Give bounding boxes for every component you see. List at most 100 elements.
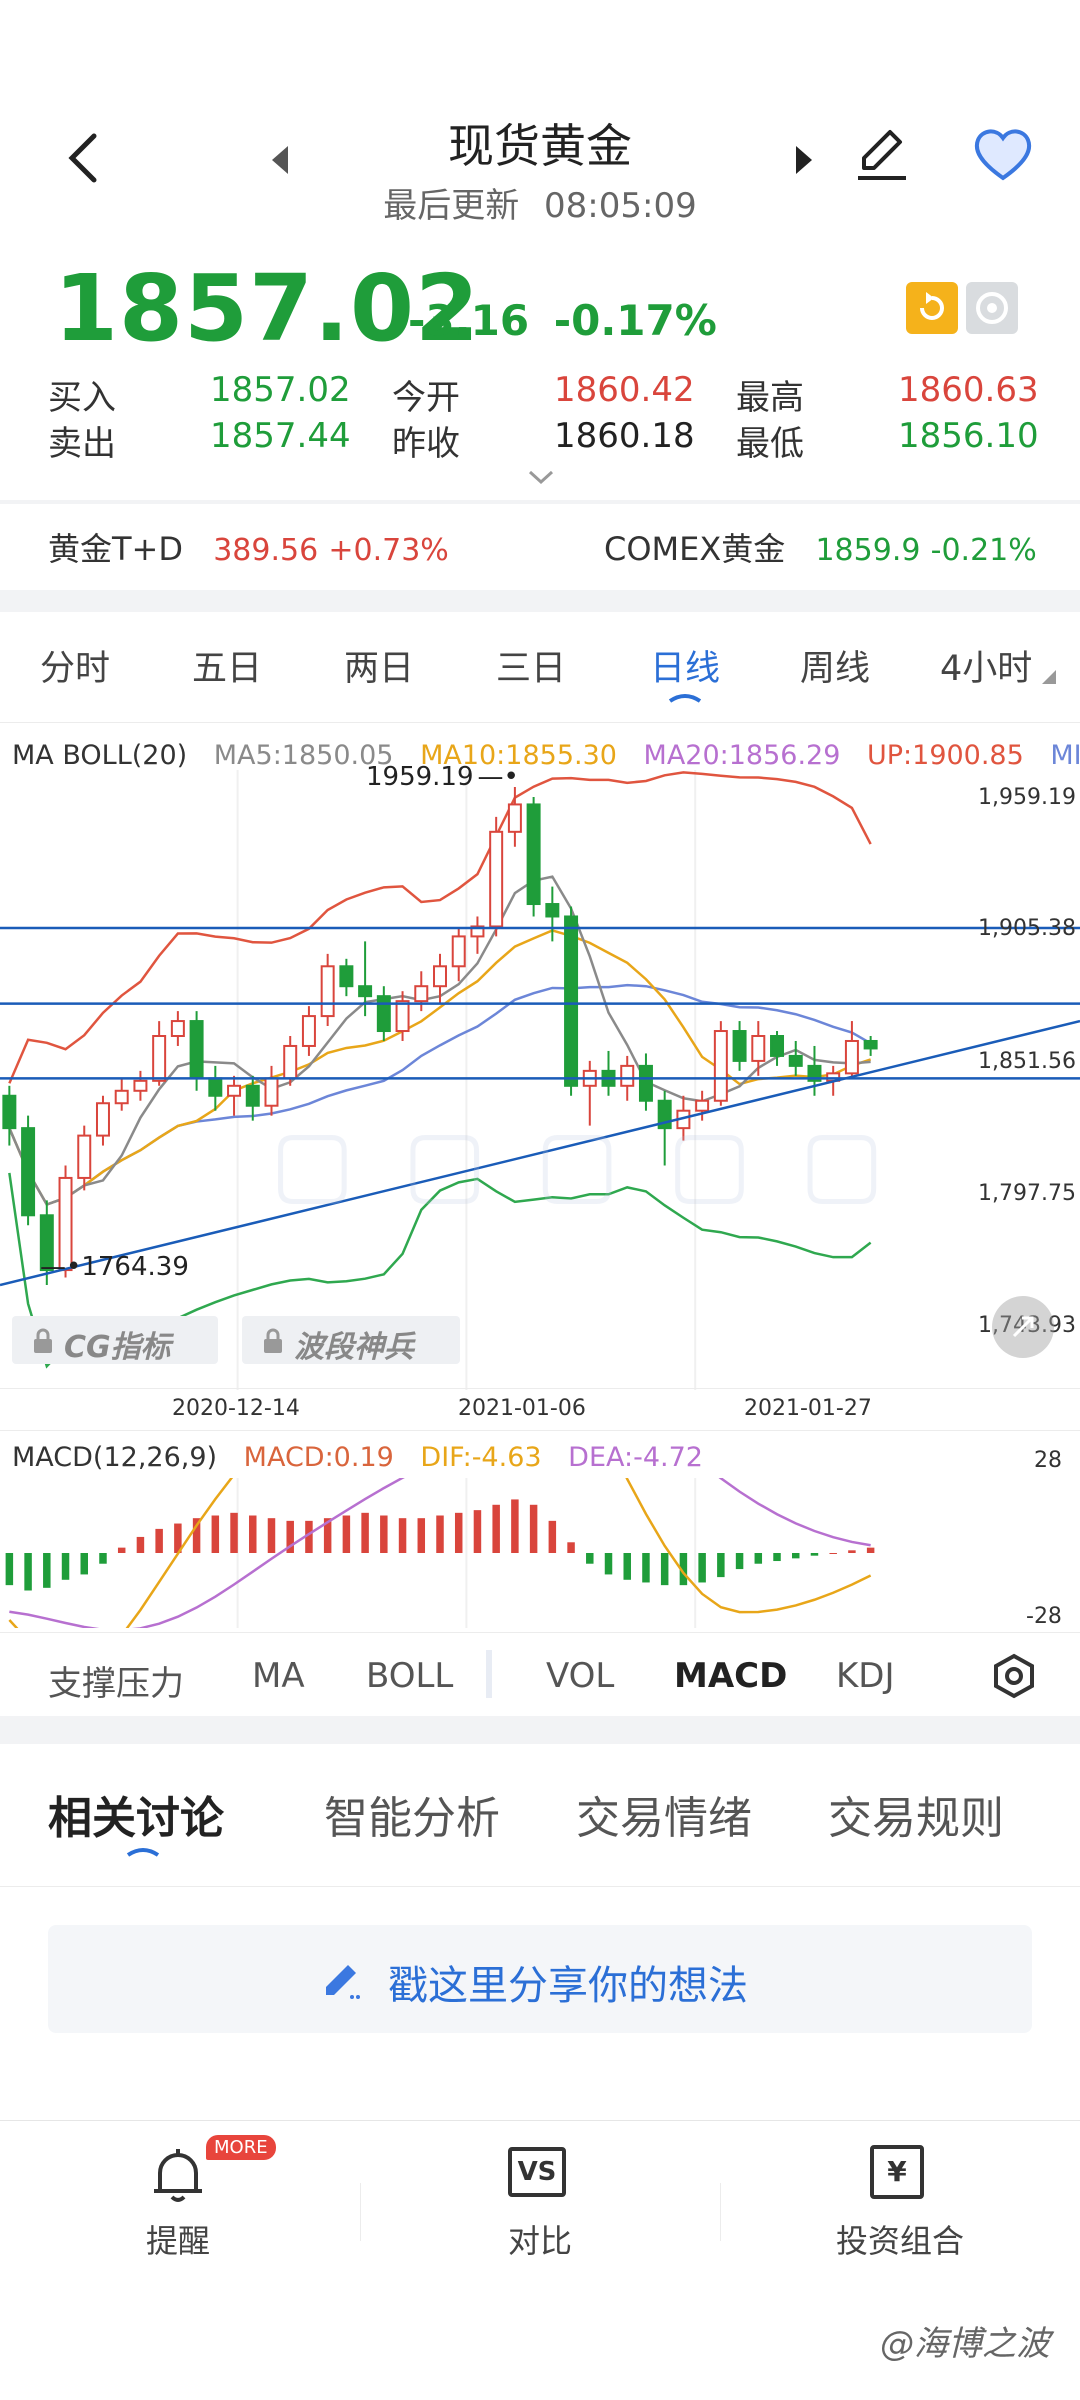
tab-three-day[interactable]: 三日 [496, 640, 566, 691]
auto-refresh-icon [976, 292, 1008, 324]
candle-body [376, 995, 391, 1033]
macd-bar [5, 1553, 14, 1586]
pencil-icon [326, 1965, 360, 1999]
macd-bar [604, 1553, 613, 1575]
refresh-button[interactable] [906, 282, 958, 334]
price-axis-label: 1,797.75 [978, 1181, 1076, 1206]
macd-bar [43, 1553, 51, 1588]
tool-kdj[interactable]: KDJ [836, 1656, 895, 1696]
candle-body [863, 1039, 878, 1050]
price-axis-label: 1,959.19 [978, 785, 1076, 810]
fullscreen-button[interactable] [992, 1296, 1054, 1358]
macd-legend: MACD(12,26,9) MACD:0.19 DIF:-4.63 DEA:-4… [12, 1442, 703, 1473]
macd-bar [417, 1518, 426, 1553]
candle-body [2, 1094, 17, 1130]
chart-settings-button[interactable] [986, 1648, 1042, 1704]
candle-body [414, 985, 429, 1003]
low-label: 最低 [736, 424, 804, 464]
related-value: 389.56 [213, 533, 319, 568]
candlestick-chart[interactable] [0, 770, 1080, 1390]
divider [0, 1632, 1080, 1633]
min-price-value: 1764.39 [81, 1252, 189, 1282]
candle-body [489, 830, 504, 928]
macd-bar [398, 1518, 407, 1553]
locked-indicator-cg[interactable]: CG指标 [12, 1316, 218, 1365]
candle-body [732, 1030, 747, 1062]
settings-toggle-button[interactable] [966, 282, 1018, 334]
hexagon-settings-icon [994, 1653, 1034, 1699]
tab-smart-analysis[interactable]: 智能分析 [324, 1782, 500, 1846]
tab-discussion[interactable]: 相关讨论 [48, 1782, 224, 1846]
macd-bar [717, 1553, 725, 1578]
top-bar: 现货黄金 最后更新 08:05:09 [0, 90, 1080, 250]
macd-bar [342, 1515, 351, 1553]
macd-bar [586, 1553, 594, 1564]
macd-bar [99, 1553, 107, 1564]
bid-value: 1857.02 [210, 370, 351, 410]
macd-chart[interactable] [0, 1478, 1080, 1628]
tab-daily[interactable]: 日线 [650, 640, 720, 691]
open-value: 1860.42 [554, 370, 695, 410]
related-change: -0.21% [930, 533, 1037, 568]
tool-boll[interactable]: BOLL [366, 1656, 453, 1696]
tab-trading-sentiment[interactable]: 交易情绪 [576, 1782, 752, 1846]
tool-macd[interactable]: MACD [674, 1656, 787, 1696]
price-axis-label: 1,851.56 [978, 1049, 1076, 1074]
edit-button[interactable] [850, 122, 914, 186]
macd-name: MACD(12,26,9) [12, 1442, 218, 1473]
candle-body [526, 803, 541, 906]
refresh-icon [920, 292, 944, 320]
quote-row-2: 卖出 1857.44 昨收 1860.18 最低 1856.10 [48, 416, 1048, 464]
macd-bar [848, 1550, 856, 1553]
tool-ma[interactable]: MA [252, 1656, 305, 1696]
related-value: 1859.9 [815, 533, 921, 568]
related-instrument-comex[interactable]: COMEX黄金 1859.9 -0.21% [604, 524, 1037, 570]
price-change: -3.16 -0.17% [408, 296, 717, 345]
active-tab-indicator [668, 690, 702, 703]
date-axis-label: 2020-12-14 [172, 1396, 300, 1421]
macd-bar [754, 1553, 763, 1564]
divider [0, 1886, 1080, 1887]
tab-four-hour[interactable]: 4小时 [940, 640, 1032, 691]
macd-bar [810, 1553, 819, 1556]
dif-value: DIF:-4.63 [420, 1442, 542, 1473]
dea-value: DEA:-4.72 [568, 1442, 703, 1473]
tab-intraday[interactable]: 分时 [40, 640, 110, 691]
chevron-down-icon [528, 470, 554, 485]
last-updated-label: 最后更新 [383, 186, 520, 226]
next-instrument-button[interactable] [788, 142, 818, 178]
ask-value: 1857.44 [210, 416, 351, 456]
share-thought-input[interactable]: 戳这里分享你的想法 [48, 1925, 1032, 2033]
last-updated: 最后更新 08:05:09 [0, 178, 1080, 227]
related-instrument-td[interactable]: 黄金T+D 389.56 +0.73% [48, 524, 449, 570]
candle-body [751, 1035, 766, 1062]
tab-weekly[interactable]: 周线 [800, 640, 870, 691]
quote-row-1: 买入 1857.02 今开 1860.42 最高 1860.63 [48, 370, 1048, 418]
tab-five-day[interactable]: 五日 [192, 640, 262, 691]
tool-support-resistance[interactable]: 支撑压力 [48, 1656, 184, 1705]
candle-body [152, 1035, 167, 1082]
tool-vol[interactable]: VOL [546, 1656, 614, 1696]
expand-quote-button[interactable] [524, 466, 558, 488]
locked-indicator-wave[interactable]: 波段神兵 [242, 1316, 460, 1365]
divider [0, 1430, 1080, 1431]
toolbar-separator [486, 1650, 492, 1698]
candle-body [189, 1020, 204, 1080]
macd-bar [698, 1553, 706, 1583]
tab-trading-rules[interactable]: 交易规则 [828, 1782, 1004, 1846]
tab-two-day[interactable]: 两日 [344, 640, 414, 691]
candle-body [713, 1030, 728, 1102]
candle-body [95, 1102, 110, 1137]
open-label: 今开 [392, 378, 460, 418]
nav-label: 投资组合 [835, 2222, 964, 2260]
more-periods-icon[interactable] [1040, 668, 1058, 686]
macd-bar [623, 1553, 631, 1580]
favorite-button[interactable] [970, 124, 1036, 184]
min-price-label: —•1764.39 [40, 1252, 189, 1282]
high-label: 最高 [736, 378, 804, 418]
change-value: -3.16 [408, 296, 530, 345]
heart-icon [974, 129, 1032, 181]
macd-bar [380, 1515, 388, 1553]
more-badge: MORE [206, 2135, 276, 2160]
nav-label: 提醒 [145, 2222, 210, 2260]
